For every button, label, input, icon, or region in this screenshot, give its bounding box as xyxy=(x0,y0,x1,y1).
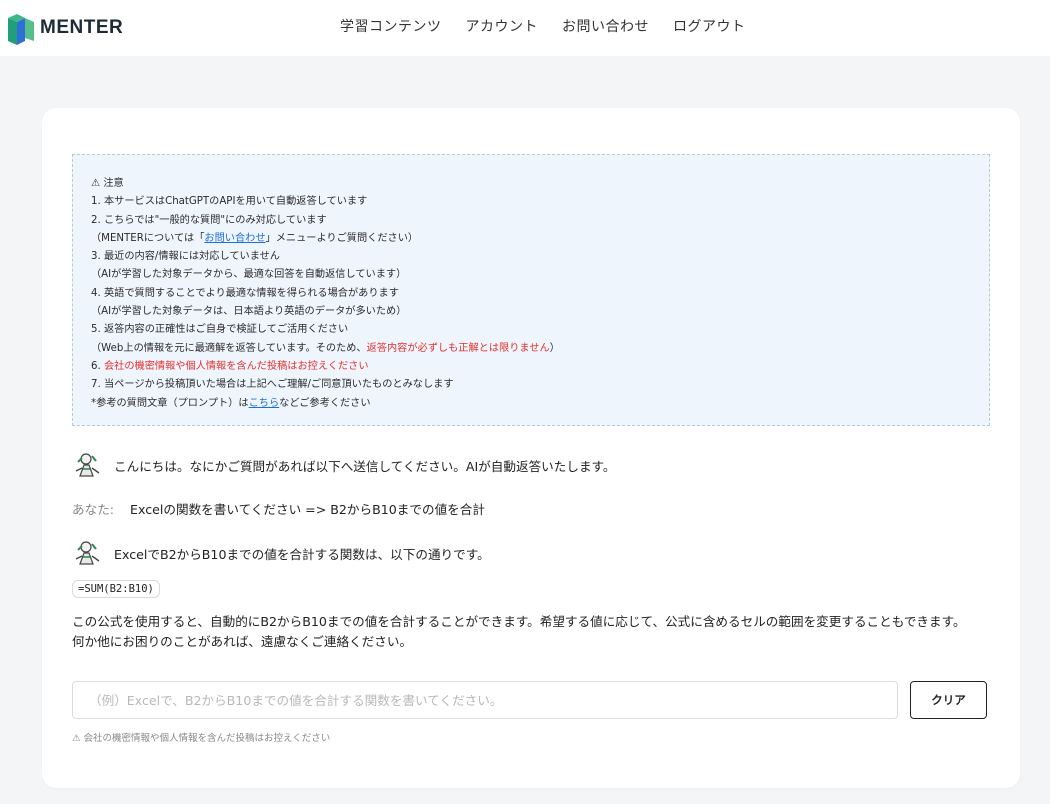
menter-logo-icon xyxy=(8,14,34,45)
notice-line: 1. 本サービスはChatGPTのAPIを用いて自動返答しています xyxy=(91,196,368,208)
notice-box: ⚠ 注意 1. 本サービスはChatGPTのAPIを用いて自動返答しています 2… xyxy=(72,154,990,426)
logo[interactable]: MENTER xyxy=(8,11,123,45)
bot-answer: この公式を使用すると、自動的にB2からB10までの値を合計することができます。希… xyxy=(72,612,1002,652)
notice-text: ） xyxy=(549,342,560,354)
bot-reply-message: ExcelでB2からB10までの値を合計する関数は、以下の通りです。 xyxy=(72,540,490,566)
notice-line: 5. 返答内容の正確性はご自身で検証してご活用ください xyxy=(91,324,349,336)
bot-avatar-icon xyxy=(75,453,100,477)
answer-line: 何か他にお困りのことがあれば、遠慮なくご連絡ください。 xyxy=(72,634,413,649)
answer-line: この公式を使用すると、自動的にB2からB10までの値を合計することができます。希… xyxy=(72,614,966,629)
notice-text: （Web上の情報を元に最適解を返答しています。そのため、 xyxy=(91,342,367,354)
notice-text: （MENTERについては「 xyxy=(91,232,205,244)
notice-line: 3. 最近の内容/情報には対応していません xyxy=(91,251,280,263)
notice-text: 」メニューよりご質問ください） xyxy=(265,232,419,244)
privacy-footnote: ⚠ 会社の機密情報や個人情報を含んだ投稿はお控えください xyxy=(72,733,331,744)
notice-line: （MENTERについては「お問い合わせ」メニューよりご質問ください） xyxy=(91,230,989,248)
notice-warning-text: 会社の機密情報や個人情報を含んだ投稿はお控えください xyxy=(103,360,369,372)
you-label: あなた: xyxy=(72,502,115,517)
main-nav: 学習コンテンツ アカウント お問い合わせ ログアウト xyxy=(340,16,746,36)
user-message-text: Excelの関数を書いてください => B2からB10までの値を合計 xyxy=(130,502,485,517)
user-message: あなた: Excelの関数を書いてください => B2からB10までの値を合計 xyxy=(72,499,485,518)
notice-text: *参考の質問文章（プロンプト）は xyxy=(91,397,249,409)
notice-line: *参考の質問文章（プロンプト）はこちらなどご参考ください xyxy=(91,395,989,413)
bot-avatar-icon xyxy=(75,541,100,565)
clear-button[interactable]: クリア xyxy=(910,681,987,719)
question-input[interactable] xyxy=(72,681,898,719)
notice-line: 7. 当ページから投稿頂いた場合は上記へご理解/ご同意頂いたものとみなします xyxy=(91,379,454,391)
prompt-reference-link[interactable]: こちら xyxy=(249,398,280,409)
logo-text: MENTER xyxy=(40,17,124,38)
nav-contact[interactable]: お問い合わせ xyxy=(562,16,649,36)
notice-line: 4. 英語で質問することでより最適な情報を得られる場合があります xyxy=(91,287,399,299)
input-row: クリア xyxy=(72,681,987,719)
notice-line: （Web上の情報を元に最適解を返答しています。そのため、返答内容が必ずしも正解と… xyxy=(91,340,989,358)
notice-text: 6. xyxy=(91,360,104,372)
notice-title: ⚠ 注意 xyxy=(91,178,124,189)
nav-learning-content[interactable]: 学習コンテンツ xyxy=(340,16,442,36)
bot-reply-text: ExcelでB2からB10までの値を合計する関数は、以下の通りです。 xyxy=(114,546,490,562)
notice-warning-text: 返答内容が必ずしも正解とは限りません xyxy=(366,342,550,354)
greeting-text: こんにちは。なにかご質問があれば以下へ送信してください。AIが自動返答いたします… xyxy=(114,458,616,474)
bot-greeting-message: こんにちは。なにかご質問があれば以下へ送信してください。AIが自動返答いたします… xyxy=(72,452,615,478)
top-header: MENTER 学習コンテンツ アカウント お問い合わせ ログアウト xyxy=(0,0,1050,56)
notice-line: 6. 会社の機密情報や個人情報を含んだ投稿はお控えください xyxy=(91,358,989,376)
notice-line: （AIが学習した対象データは、日本語より英語のデータが多いため） xyxy=(91,306,407,318)
notice-text: などご参考ください xyxy=(279,397,371,409)
notice-line: （AIが学習した対象データから、最適な回答を自動返信しています） xyxy=(91,269,407,281)
code-snippet: =SUM(B2:B10) xyxy=(72,580,160,598)
nav-logout[interactable]: ログアウト xyxy=(673,16,746,36)
nav-account[interactable]: アカウント xyxy=(466,16,539,36)
contact-link[interactable]: お問い合わせ xyxy=(204,233,265,244)
notice-line: 2. こちらでは"一般的な質問"にのみ対応しています xyxy=(91,214,327,226)
chat-card: ⚠ 注意 1. 本サービスはChatGPTのAPIを用いて自動返答しています 2… xyxy=(42,108,1020,788)
